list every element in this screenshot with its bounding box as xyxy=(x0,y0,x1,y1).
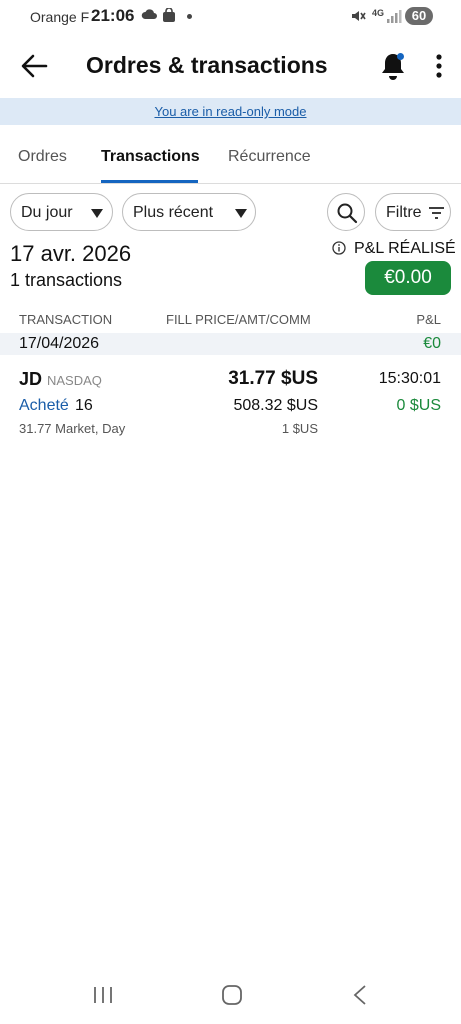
tab-recurrence[interactable]: Récurrence xyxy=(228,148,311,166)
app-bar: Ordres & transactions xyxy=(0,40,461,92)
caret-down-icon xyxy=(235,209,247,218)
recent-apps-icon[interactable] xyxy=(92,985,114,1005)
read-only-banner: You are in read-only mode xyxy=(0,98,461,125)
realized-pl-value: €0.00 xyxy=(365,261,451,295)
unread-badge xyxy=(397,53,404,60)
commission: 1 $US xyxy=(281,421,318,436)
period-dropdown[interactable]: Du jour xyxy=(10,193,113,231)
summary-date: 17 avr. 2026 xyxy=(10,241,132,266)
notification-dot-icon xyxy=(187,14,192,19)
read-only-link[interactable]: You are in read-only mode xyxy=(154,104,306,119)
search-icon xyxy=(337,203,358,224)
fill-time: 15:30:01 xyxy=(378,370,441,387)
amount: 508.32 $US xyxy=(233,397,318,414)
caret-down-icon xyxy=(91,209,103,218)
quantity: 16 xyxy=(75,397,93,414)
battery-indicator: 60 xyxy=(405,7,433,25)
info-icon[interactable] xyxy=(332,241,346,255)
period-dropdown-label: Du jour xyxy=(21,204,73,221)
more-vertical-icon[interactable] xyxy=(430,52,448,80)
carrier-label: Orange F xyxy=(30,9,90,25)
clock: 21:06 xyxy=(91,6,135,25)
page-title: Ordres & transactions xyxy=(86,52,328,78)
status-bar: Orange F 21:06 4G 60 xyxy=(0,0,461,34)
nav-back-icon[interactable] xyxy=(352,985,368,1005)
exchange: NASDAQ xyxy=(47,373,102,388)
search-button[interactable] xyxy=(327,193,365,231)
fill-price: 31.77 $US xyxy=(228,368,318,389)
tab-bar: Ordres Transactions Récurrence xyxy=(0,134,461,184)
filter-button-label: Filtre xyxy=(386,204,422,221)
tab-transactions[interactable]: Transactions xyxy=(101,148,200,166)
network-type: 4G xyxy=(372,8,385,18)
realized-pl-label: P&L RÉALISÉ xyxy=(354,240,456,257)
tab-ordres[interactable]: Ordres xyxy=(18,148,67,166)
symbol: JD xyxy=(19,369,43,389)
column-header-pl: P&L xyxy=(416,312,441,327)
column-header-fill: FILL PRICE/AMT/COMM xyxy=(166,312,311,327)
filter-lines-icon xyxy=(429,207,444,219)
column-header-transaction: TRANSACTION xyxy=(19,312,113,327)
mute-icon xyxy=(352,11,366,21)
row-pl: 0 $US xyxy=(396,397,441,414)
date-group-row: 17/04/2026 €0 xyxy=(0,333,461,355)
active-tab-indicator xyxy=(101,180,198,183)
order-description: 31.77 Market, Day xyxy=(19,421,126,436)
shopping-bag-icon xyxy=(163,8,175,22)
sort-dropdown[interactable]: Plus récent xyxy=(122,193,256,231)
group-pl: €0 xyxy=(423,335,441,352)
side: Acheté xyxy=(19,397,69,414)
cloud-icon xyxy=(141,9,157,19)
filter-button[interactable]: Filtre xyxy=(375,193,451,231)
group-date: 17/04/2026 xyxy=(19,335,100,352)
sort-dropdown-label: Plus récent xyxy=(133,204,214,221)
home-icon[interactable] xyxy=(221,984,243,1006)
transaction-count: 1 transactions xyxy=(10,270,123,290)
back-arrow-icon[interactable] xyxy=(18,50,50,82)
signal-icon xyxy=(387,10,402,23)
